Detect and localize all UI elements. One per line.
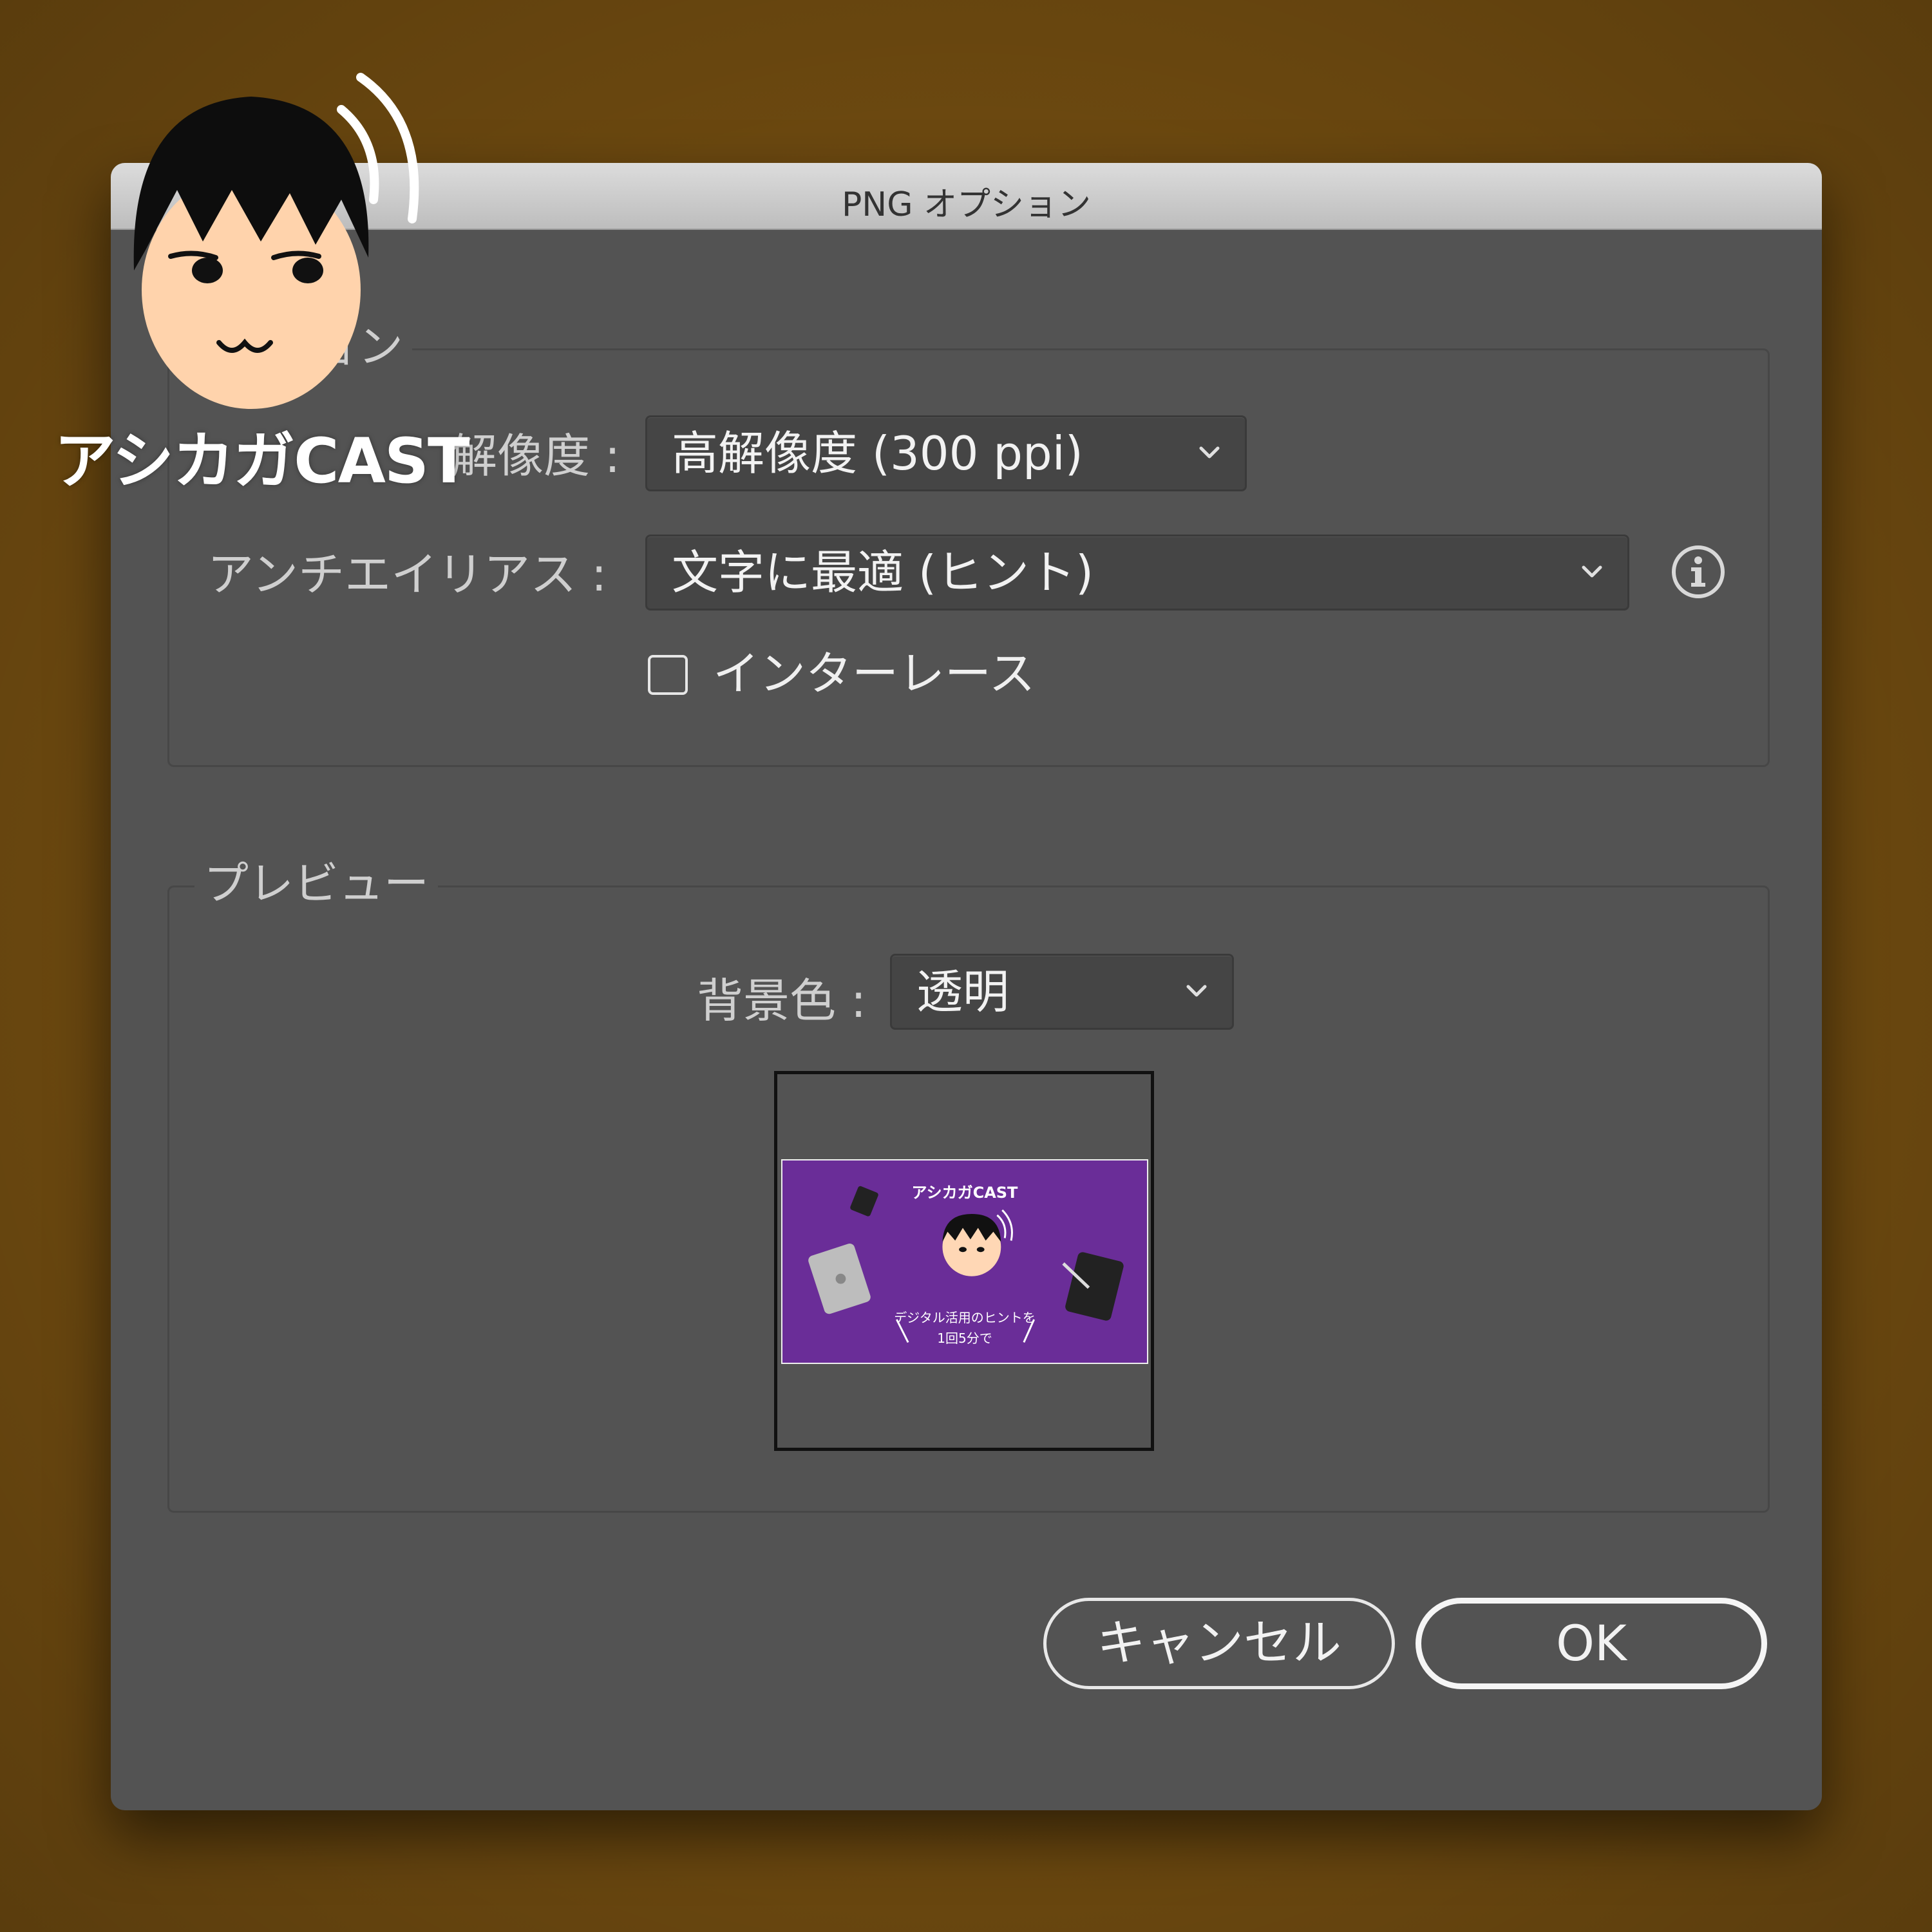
resolution-value: 高解像度 (300 ppi) [672,426,1083,480]
background-color-select[interactable]: 透明 [890,954,1234,1030]
preview-thumbnail: アシカガCAST デジタル活用のヒントを 1回5分で [781,1159,1148,1364]
antialias-label: アンチエイリアス : [207,547,607,601]
interlace-checkbox[interactable] [648,655,688,695]
watermark-logo-text: アシカガCAST [54,425,470,497]
resolution-select[interactable]: 高解像度 (300 ppi) [645,415,1247,491]
interlace-label[interactable]: インターレース [713,645,1035,703]
thumbnail-caption-line2: 1回5分で [937,1331,992,1346]
info-icon[interactable] [1669,543,1727,601]
thumbnail-caption-line1: デジタル活用のヒントを [894,1310,1036,1325]
antialias-value: 文字に最適 (ヒント) [672,545,1094,600]
preview-group-legend: プレビュー [194,855,438,913]
chevron-down-icon [1199,446,1220,459]
background-color-label: 背景色 : [697,974,867,1028]
cancel-button[interactable]: キャンセル [1043,1598,1395,1689]
preview-frame: アシカガCAST デジタル活用のヒントを 1回5分で [774,1071,1154,1451]
chevron-down-icon [1582,565,1602,578]
background-color-value: 透明 [916,965,1010,1019]
thumbnail-caption: デジタル活用のヒントを 1回5分で [782,1307,1147,1349]
antialias-select[interactable]: 文字に最適 (ヒント) [645,535,1629,611]
ok-button[interactable]: OK [1416,1598,1767,1689]
chevron-down-icon [1186,985,1207,997]
